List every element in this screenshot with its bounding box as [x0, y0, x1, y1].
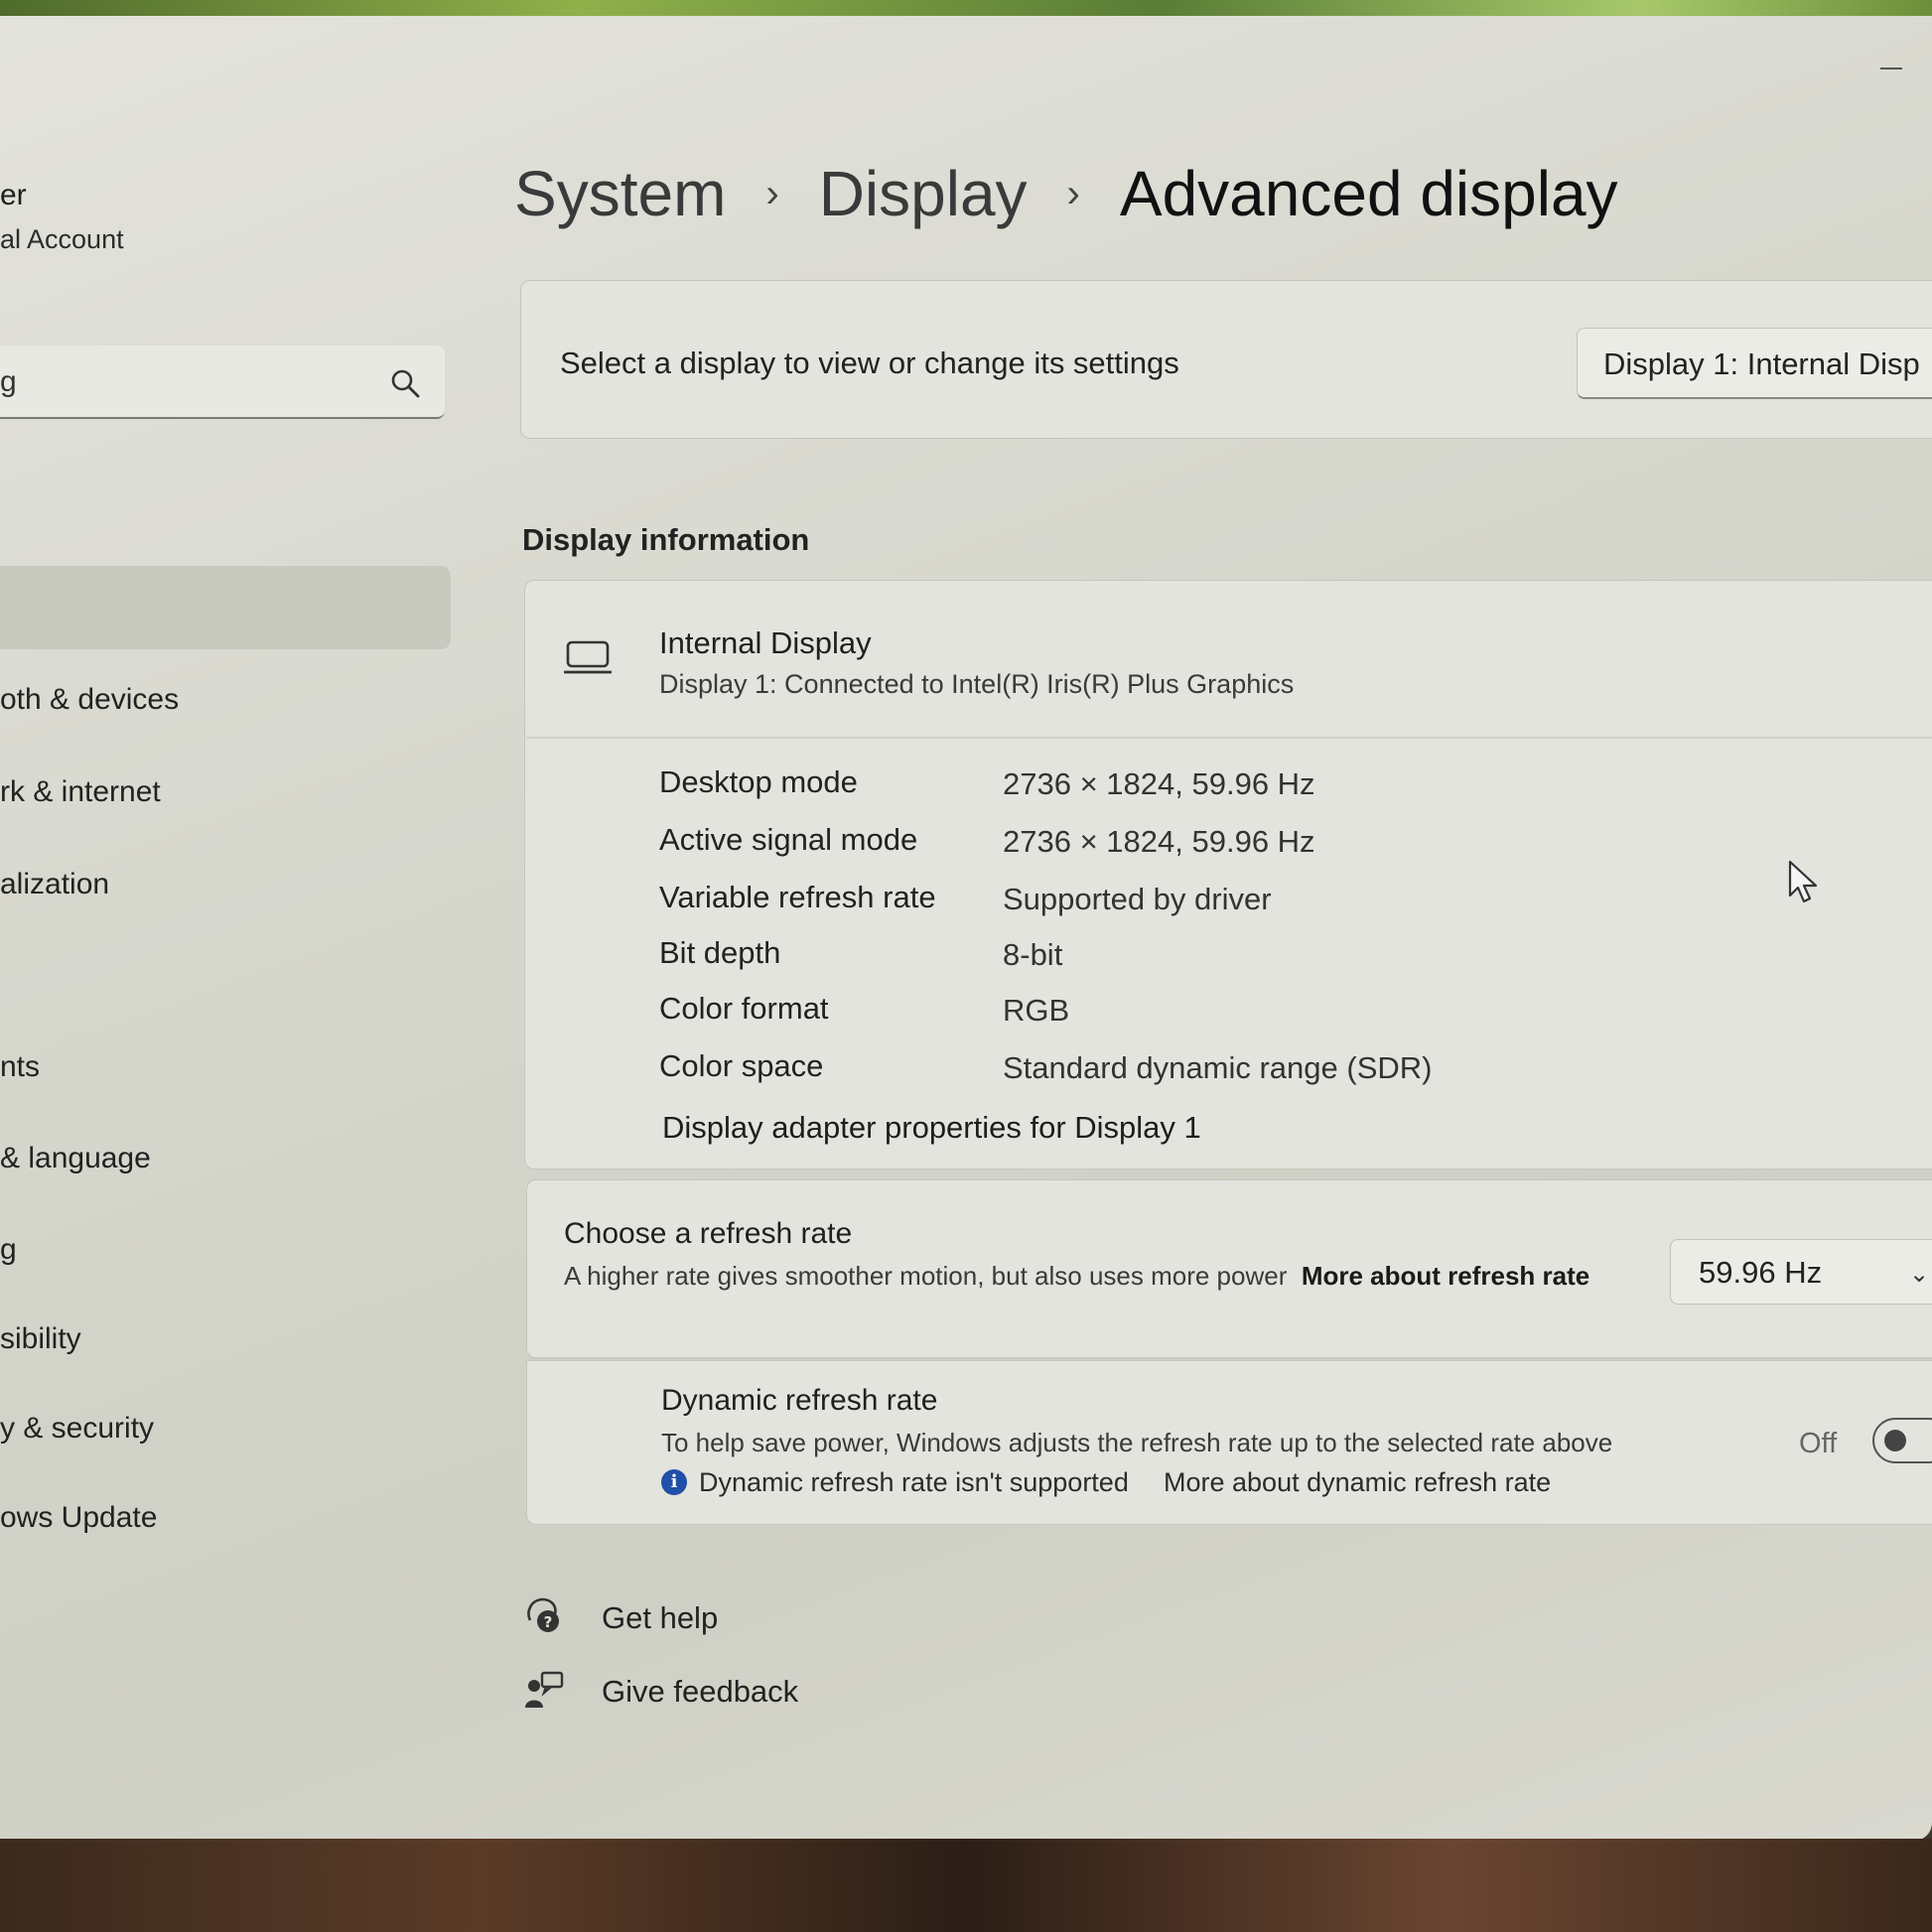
property-value: 2736 × 1824, 59.96 Hz [1003, 766, 1315, 801]
display-name: Internal Display [659, 625, 872, 660]
chevron-down-icon: ⌄ [1909, 1261, 1930, 1288]
sidebar-item-system-selected[interactable] [0, 566, 451, 649]
display-select-value: Display 1: Internal Disp [1603, 346, 1920, 381]
display-adapter-properties-link[interactable]: Display adapter properties for Display 1 [662, 1110, 1201, 1146]
sidebar-item-accounts[interactable]: nts [0, 1050, 40, 1084]
desktop-wallpaper-bottom [0, 1839, 1932, 1932]
feedback-icon[interactable] [524, 1670, 564, 1710]
dynamic-refresh-description: To help save power, Windows adjusts the … [661, 1428, 1613, 1457]
sidebar-item-gaming[interactable]: g [0, 1233, 17, 1267]
sidebar-item-time-language[interactable]: & language [0, 1142, 151, 1175]
property-label: Variable refresh rate [659, 880, 936, 914]
breadcrumb-separator: › [765, 171, 779, 215]
refresh-rate-description-text: A higher rate gives smoother motion, but… [564, 1261, 1288, 1291]
breadcrumb-display[interactable]: Display [819, 157, 1028, 230]
property-value: 2736 × 1824, 59.96 Hz [1003, 824, 1315, 859]
mouse-cursor-icon [1788, 860, 1818, 903]
sidebar-item-bluetooth-devices[interactable]: oth & devices [0, 683, 179, 717]
search-icon[interactable] [389, 367, 421, 399]
minimize-button[interactable] [1880, 68, 1902, 69]
info-icon: i [661, 1469, 687, 1495]
more-about-refresh-rate-link[interactable]: More about refresh rate [1302, 1261, 1589, 1291]
sidebar-item-windows-update[interactable]: ows Update [0, 1501, 157, 1535]
property-label: Color format [659, 991, 829, 1026]
get-help-link[interactable]: Get help [602, 1600, 718, 1636]
property-label: Desktop mode [659, 764, 858, 799]
property-value: 8-bit [1003, 937, 1063, 972]
sidebar-item-personalization[interactable]: alization [0, 868, 109, 901]
more-about-dynamic-refresh-link[interactable]: More about dynamic refresh rate [1164, 1467, 1551, 1498]
toggle-state-label: Off [1799, 1428, 1838, 1459]
refresh-rate-title: Choose a refresh rate [564, 1217, 853, 1250]
property-label: Color space [659, 1048, 824, 1083]
divider [526, 737, 1932, 739]
property-label: Active signal mode [659, 822, 918, 857]
dynamic-refresh-unsupported-note: Dynamic refresh rate isn't supported [699, 1467, 1129, 1497]
toggle-knob [1884, 1430, 1906, 1451]
sidebar-item-network-internet[interactable]: rk & internet [0, 775, 161, 809]
select-display-label: Select a display to view or change its s… [560, 345, 1179, 380]
breadcrumb: System › Display › Advanced display [514, 149, 1618, 238]
svg-text:?: ? [544, 1613, 553, 1631]
display-select-dropdown[interactable]: Display 1: Internal Disp [1577, 328, 1932, 399]
dynamic-refresh-title: Dynamic refresh rate [661, 1384, 938, 1417]
property-value: RGB [1003, 993, 1070, 1028]
sidebar-item-privacy-security[interactable]: y & security [0, 1412, 154, 1446]
refresh-rate-description: A higher rate gives smoother motion, but… [564, 1259, 1636, 1293]
laptop-icon [564, 640, 612, 674]
dynamic-refresh-toggle[interactable] [1872, 1418, 1932, 1463]
sidebar-item-accessibility[interactable]: sibility [0, 1322, 81, 1356]
user-name: er [0, 179, 27, 211]
display-information-heading: Display information [522, 522, 810, 557]
give-feedback-link[interactable]: Give feedback [602, 1674, 798, 1710]
breadcrumb-separator: › [1066, 171, 1080, 215]
property-value: Standard dynamic range (SDR) [1003, 1050, 1433, 1085]
breadcrumb-system[interactable]: System [514, 157, 726, 230]
property-value: Supported by driver [1003, 882, 1272, 916]
page-title: Advanced display [1119, 158, 1618, 229]
display-connection: Display 1: Connected to Intel(R) Iris(R)… [659, 669, 1295, 699]
search-input[interactable] [0, 345, 445, 419]
help-icon[interactable]: ? [524, 1594, 564, 1634]
search-input-value[interactable]: g [0, 365, 17, 399]
user-account-type: al Account [0, 224, 124, 254]
refresh-rate-dropdown[interactable]: 59.96 Hz ⌄ [1670, 1239, 1932, 1305]
refresh-rate-value: 59.96 Hz [1699, 1255, 1823, 1290]
property-label: Bit depth [659, 935, 781, 970]
